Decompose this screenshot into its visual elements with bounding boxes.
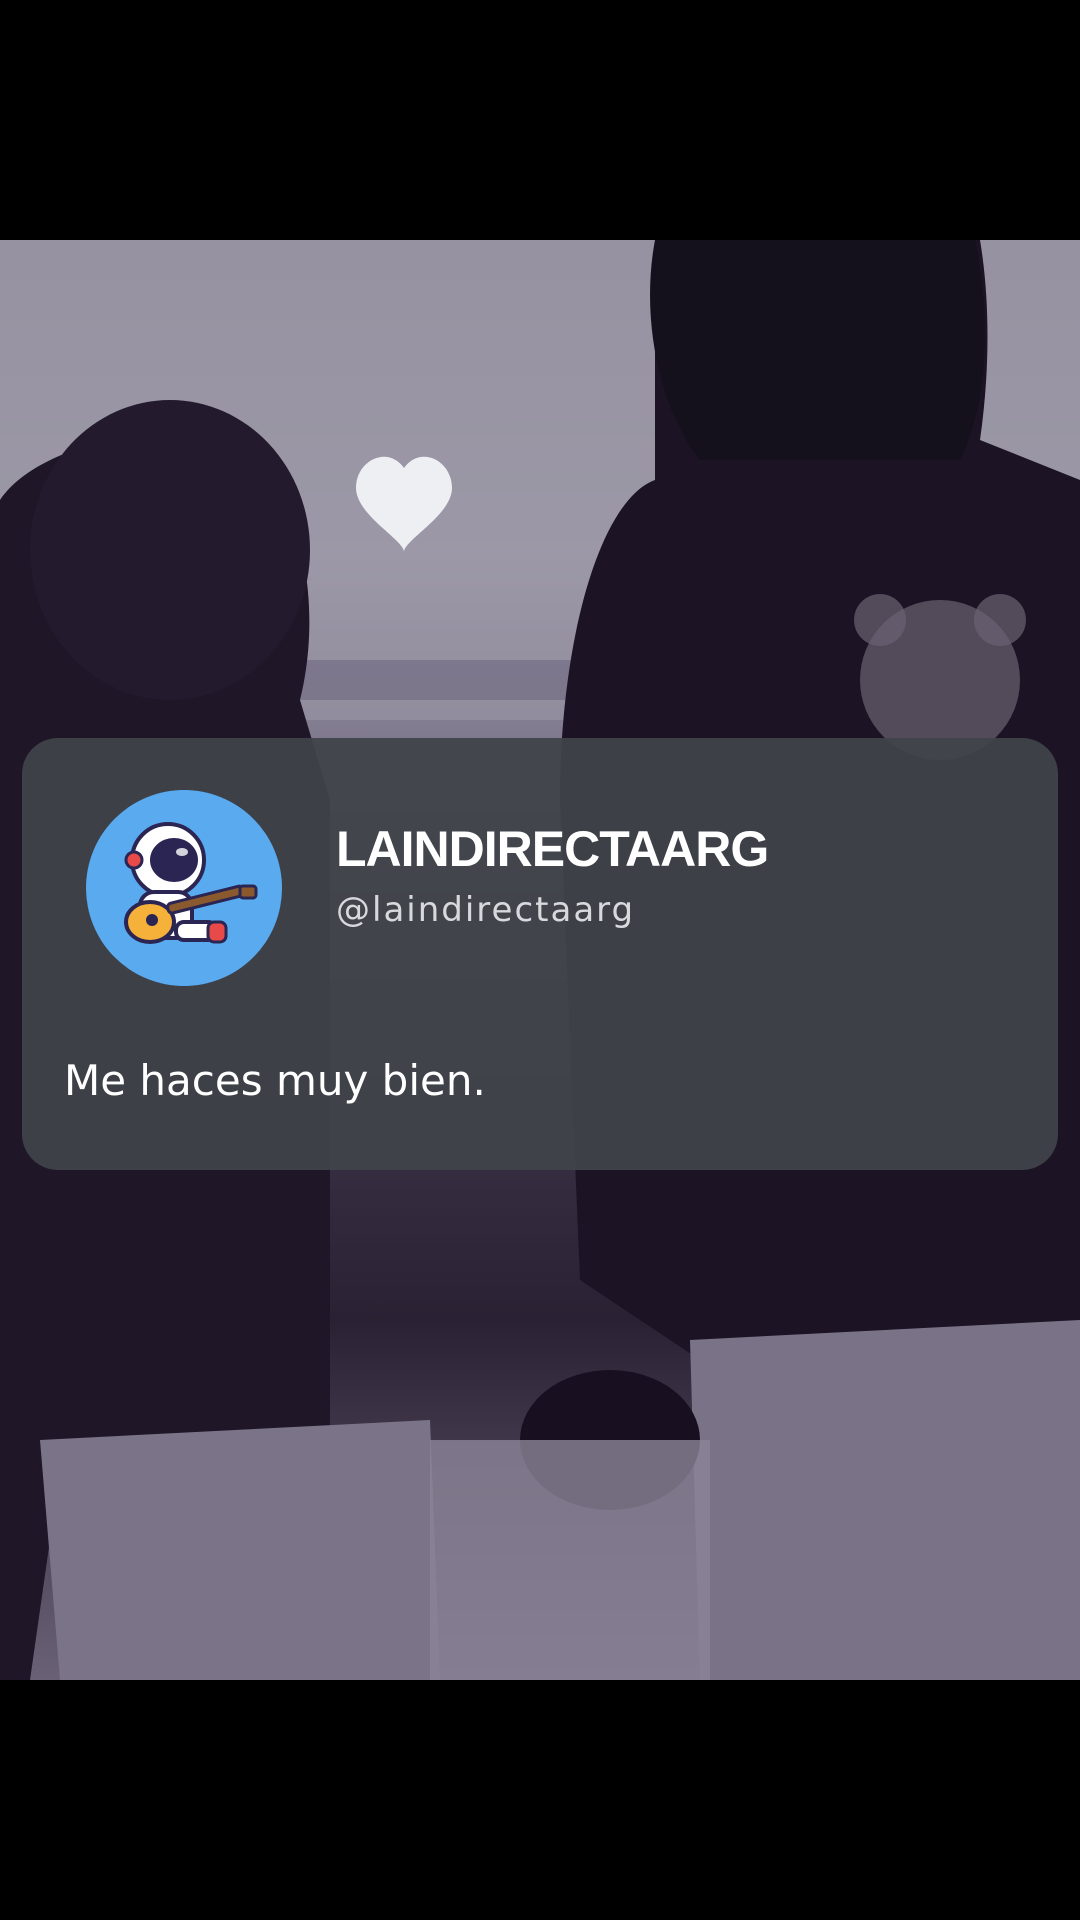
astronaut-guitar-icon	[124, 822, 258, 944]
display-name[interactable]: LAINDIRECTAARG	[336, 820, 769, 878]
user-handle[interactable]: @laindirectaarg	[336, 890, 635, 930]
post-card: LAINDIRECTAARG @laindirectaarg Me haces …	[22, 738, 1058, 1170]
avatar[interactable]	[86, 790, 282, 986]
post-message: Me haces muy bien.	[64, 1056, 486, 1105]
video-frame: LAINDIRECTAARG @laindirectaarg Me haces …	[0, 0, 1080, 1920]
